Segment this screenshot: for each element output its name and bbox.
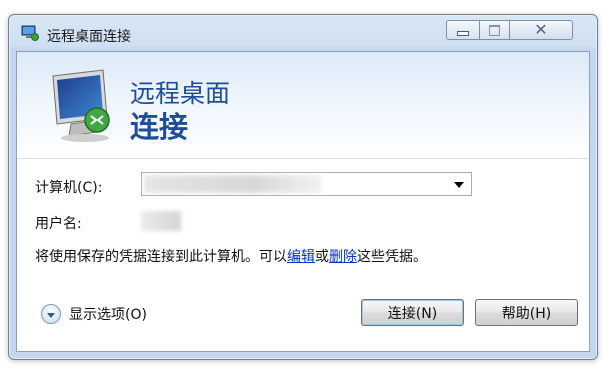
info-text-start: 将使用保存的凭据连接到此计算机。可以 [35, 249, 287, 265]
info-text-or: 或 [315, 249, 329, 265]
username-value-redacted [141, 211, 181, 231]
close-icon: ✕ [534, 20, 548, 39]
remote-desktop-window: 远程桌面连接 ✕ 远程桌面 连接 计算机(C): 用户名: 将使用保存的凭据连接… [8, 14, 598, 360]
credentials-info: 将使用保存的凭据连接到此计算机。可以编辑或删除这些凭据。 [35, 248, 435, 267]
show-options-label[interactable]: 显示选项(O) [69, 304, 147, 324]
close-button[interactable]: ✕ [510, 20, 573, 40]
dropdown-arrow-icon[interactable] [454, 182, 464, 188]
minimize-icon [457, 30, 469, 36]
computer-label: 计算机(C): [35, 180, 103, 196]
edit-credentials-link[interactable]: 编辑 [287, 249, 315, 265]
remote-desktop-icon [21, 25, 39, 41]
username-label: 用户名: [35, 216, 82, 232]
expand-chevron-icon[interactable] [41, 304, 61, 324]
banner-title-line2: 连接 [130, 110, 189, 144]
info-text-end: 这些凭据。 [357, 249, 427, 265]
help-button[interactable]: 帮助(H) [475, 299, 578, 326]
header-banner: 远程桌面 连接 [17, 52, 589, 159]
title-bar[interactable]: 远程桌面连接 ✕ [9, 15, 597, 51]
maximize-icon [489, 24, 500, 36]
monitor-connection-icon [52, 69, 110, 142]
computer-combobox[interactable] [141, 172, 472, 196]
computer-value-redacted [144, 175, 322, 193]
window-title: 远程桌面连接 [47, 29, 131, 45]
connect-button[interactable]: 连接(N) [361, 299, 464, 326]
minimize-button[interactable] [446, 20, 480, 40]
dialog-client: 远程桌面 连接 计算机(C): 用户名: 将使用保存的凭据连接到此计算机。可以编… [16, 51, 590, 352]
connection-form: 计算机(C): 用户名: 将使用保存的凭据连接到此计算机。可以编辑或删除这些凭据… [17, 159, 589, 351]
delete-credentials-link[interactable]: 删除 [329, 249, 357, 265]
maximize-button[interactable] [480, 20, 510, 40]
show-options-toggle[interactable]: 显示选项(O) [41, 304, 147, 324]
